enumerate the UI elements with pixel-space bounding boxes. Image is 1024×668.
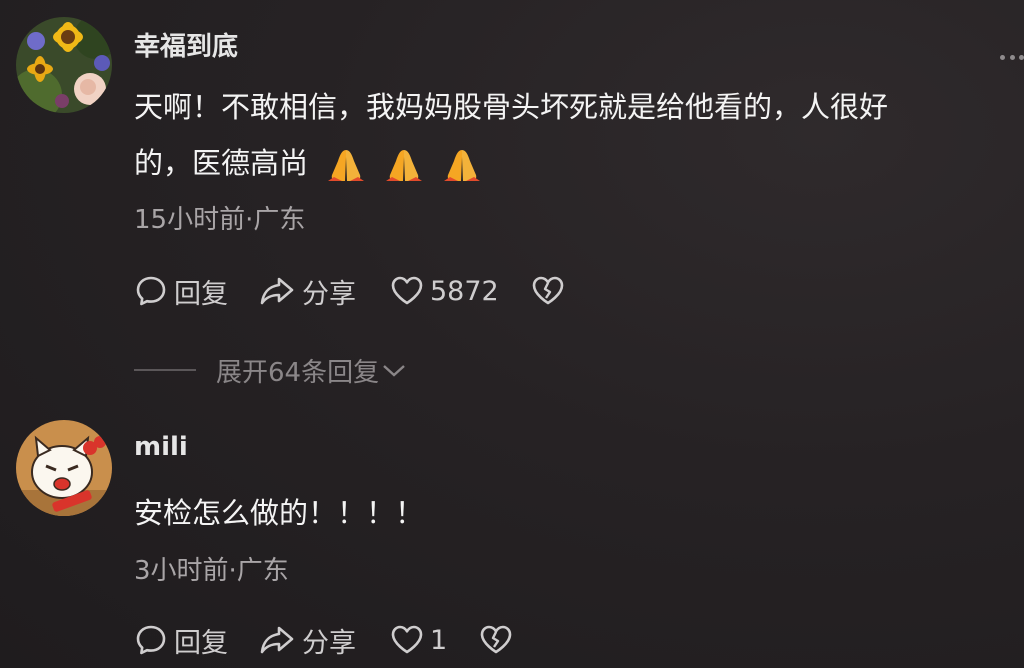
reply-label: 回复 — [174, 278, 228, 310]
comment-actions: 回复 分享 1 — [134, 620, 513, 660]
comment-item: 幸福到底 天啊！不敢相信，我妈妈股骨头坏死就是给他看的，人很好 的，医德高尚 1… — [0, 0, 1024, 400]
reply-label: 回复 — [174, 627, 228, 659]
share-arrow-icon — [260, 277, 294, 305]
username[interactable]: 幸福到底 — [134, 26, 238, 63]
comment-text: 天啊！不敢相信，我妈妈股骨头坏死就是给他看的，人很好 — [134, 90, 889, 124]
folded-hands-icon — [442, 147, 482, 183]
share-label: 分享 — [302, 627, 356, 659]
username[interactable]: mili — [134, 432, 188, 462]
like-button[interactable]: 1 — [390, 624, 447, 656]
comment-bubble-icon — [136, 625, 166, 655]
comment-meta: 15小时前·广东 — [134, 205, 306, 235]
folded-hands-icon — [384, 147, 424, 183]
share-button[interactable]: 分享 — [258, 621, 356, 660]
broken-heart-icon — [480, 625, 512, 654]
like-count: 5872 — [430, 275, 499, 307]
like-count: 1 — [430, 624, 448, 656]
dislike-button[interactable] — [531, 275, 565, 307]
comment-text: 安检怎么做的！！！！ — [134, 496, 425, 530]
more-dots-icon[interactable] — [1000, 50, 1024, 64]
cartoon-cat-avatar-image — [16, 420, 112, 516]
folded-hands-icon — [326, 147, 366, 183]
share-arrow-icon — [260, 626, 294, 654]
heart-icon — [391, 625, 423, 654]
divider-line — [134, 369, 196, 371]
heart-icon — [391, 276, 423, 305]
sunflower-avatar-image — [16, 17, 112, 113]
avatar[interactable] — [16, 420, 112, 516]
comment-text-line2: 的，医德高尚 — [134, 134, 482, 192]
chevron-down-icon — [383, 365, 405, 377]
reply-button[interactable]: 回复 — [134, 621, 228, 660]
reply-button[interactable]: 回复 — [134, 272, 228, 311]
comment-item: mili 安检怎么做的！！！！ 3小时前·广东 回复 分享 1 — [0, 420, 1024, 668]
comment-actions: 回复 分享 5872 — [134, 271, 565, 311]
like-button[interactable]: 5872 — [390, 275, 499, 307]
share-button[interactable]: 分享 — [258, 272, 356, 311]
dislike-button[interactable] — [479, 624, 513, 656]
expand-replies-label: 展开64条回复 — [216, 357, 380, 388]
broken-heart-icon — [532, 276, 564, 305]
comment-meta: 3小时前·广东 — [134, 556, 289, 586]
comment-bubble-icon — [136, 276, 166, 306]
expand-replies-button[interactable]: 展开64条回复 — [134, 352, 407, 388]
comment-text-continued: 的，医德高尚 — [134, 146, 309, 180]
avatar[interactable] — [16, 17, 112, 113]
share-label: 分享 — [302, 278, 356, 310]
